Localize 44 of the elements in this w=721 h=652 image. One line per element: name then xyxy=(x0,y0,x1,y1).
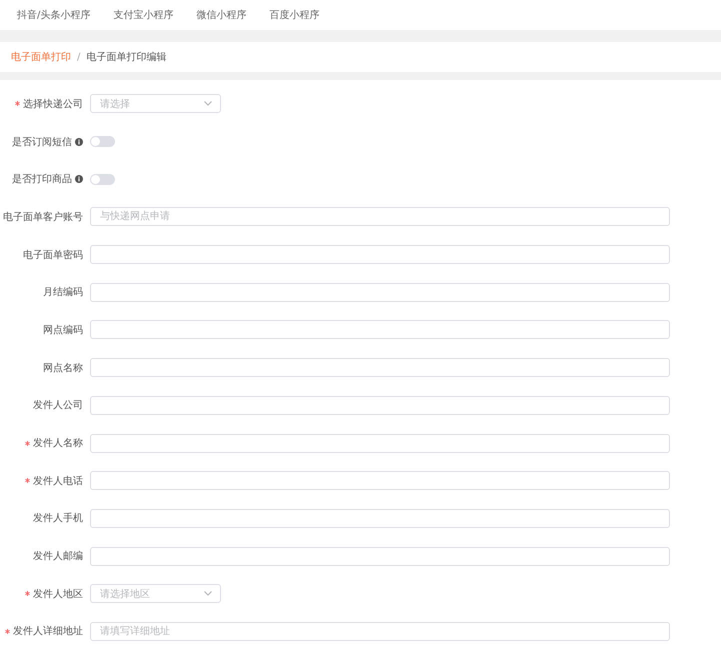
field-label: 是否订阅短信 xyxy=(12,136,72,149)
field-label: 网点编码 xyxy=(43,324,83,337)
field-label: 发件人详细地址 xyxy=(13,624,83,638)
text-input[interactable] xyxy=(90,320,670,340)
breadcrumb-separator: / xyxy=(77,52,80,62)
text-input[interactable]: 与快递网点申请 xyxy=(90,207,670,226)
required-mark-icon xyxy=(5,628,10,634)
field-label: 发件人公司 xyxy=(33,399,83,412)
field-label: 发件人邮编 xyxy=(33,550,83,564)
field-label: 是否打印商品 xyxy=(12,172,72,186)
breadcrumb-link[interactable]: 电子面单打印 xyxy=(11,50,71,64)
text-input[interactable] xyxy=(90,508,670,528)
field-label: 月结编码 xyxy=(43,286,83,300)
text-input[interactable] xyxy=(90,471,670,490)
toggle-switch[interactable] xyxy=(90,174,115,185)
required-mark-icon xyxy=(25,440,30,446)
required-mark-icon xyxy=(15,101,20,106)
field-label: 电子面单密码 xyxy=(23,248,83,262)
required-mark-icon xyxy=(25,591,30,596)
text-input[interactable] xyxy=(90,546,670,566)
info-icon xyxy=(75,138,83,146)
required-mark-icon xyxy=(25,478,30,484)
field-label: 电子面单客户账号 xyxy=(3,210,83,224)
tab[interactable]: 微信小程序 xyxy=(196,8,246,22)
chevron-down-icon xyxy=(204,101,212,106)
field-label: 发件人地区 xyxy=(33,588,83,601)
field-label: 网点名称 xyxy=(43,362,83,375)
tab[interactable]: 抖音/头条小程序 xyxy=(17,8,90,22)
text-input[interactable]: 请填写详细地址 xyxy=(90,622,670,641)
text-input[interactable] xyxy=(90,245,670,264)
text-input[interactable] xyxy=(90,396,670,415)
text-input[interactable] xyxy=(90,358,670,378)
toggle-switch[interactable] xyxy=(90,136,115,148)
tab[interactable]: 百度小程序 xyxy=(269,8,320,22)
tab[interactable]: 支付宝小程序 xyxy=(113,8,174,22)
chevron-down-icon xyxy=(204,591,212,596)
info-icon xyxy=(75,175,83,184)
text-input[interactable] xyxy=(90,282,670,302)
field-label: 选择快递公司 xyxy=(23,98,83,111)
field-label: 发件人电话 xyxy=(33,474,83,488)
breadcrumb-current: 电子面单打印编辑 xyxy=(86,50,166,64)
field-label: 发件人名称 xyxy=(33,437,83,450)
field-label: 发件人手机 xyxy=(33,512,83,526)
text-input[interactable] xyxy=(90,434,670,453)
